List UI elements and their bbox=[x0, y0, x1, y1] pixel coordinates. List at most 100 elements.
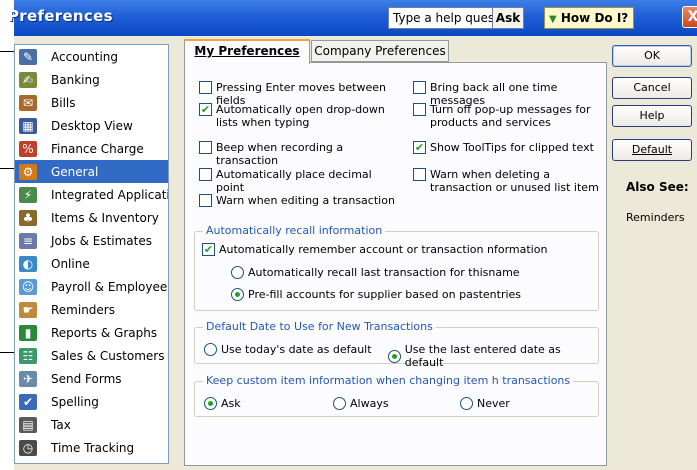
group-title: Default Date to Use for New Transactions bbox=[203, 320, 436, 333]
sidebar-item-tax[interactable]: ▤ Tax bbox=[15, 413, 168, 436]
remember-transaction-checkbox[interactable]: ✔ Automatically remember account or tran… bbox=[202, 243, 592, 256]
pref-show-tooltips[interactable]: ✔ Show ToolTips for clipped text bbox=[413, 141, 603, 154]
sales-customers-icon: ☷ bbox=[19, 347, 37, 364]
callout-line-top bbox=[0, 51, 14, 52]
use-today-date-option[interactable]: Use today's date as default bbox=[204, 343, 372, 356]
finance-charge-icon: % bbox=[19, 140, 37, 157]
use-last-date-option[interactable]: Use the last entered date as default bbox=[388, 343, 598, 369]
sidebar-item-label: General bbox=[51, 164, 99, 179]
radio-button[interactable] bbox=[231, 288, 244, 301]
sidebar-item-reminders[interactable]: ☛ Reminders bbox=[15, 298, 168, 321]
sidebar-item-payroll-employees[interactable]: ☺ Payroll & Employees bbox=[15, 275, 168, 298]
desktop-view-icon: ▦ bbox=[19, 117, 37, 134]
prefill-accounts-option[interactable]: Pre-fill accounts for supplier based on … bbox=[231, 288, 521, 301]
recall-information-group: Automatically recall information ✔ Autom… bbox=[194, 224, 599, 311]
sidebar-item-label: Send Forms bbox=[51, 371, 122, 386]
custom-item-always-option[interactable]: Always bbox=[333, 397, 389, 410]
checkbox[interactable] bbox=[413, 81, 426, 94]
sidebar-item-online[interactable]: ◐ Online bbox=[15, 252, 168, 275]
pref-label: Beep when recording a transaction bbox=[216, 141, 344, 167]
pref-label: Turn off pop-up messages for products an… bbox=[430, 103, 591, 129]
items-inventory-icon: ♣ bbox=[19, 209, 37, 226]
recall-last-transaction-option[interactable]: Automatically recall last transaction fo… bbox=[231, 266, 520, 279]
sidebar-item-label: Jobs & Estimates bbox=[51, 233, 152, 248]
preferences-window: Preferences Type a help question Ask ▼ H… bbox=[8, 0, 697, 470]
option-label: Automatically recall last transaction fo… bbox=[248, 266, 520, 279]
sidebar-item-label: Finance Charge bbox=[51, 141, 144, 156]
sidebar-item-items-inventory[interactable]: ♣ Items & Inventory bbox=[15, 206, 168, 229]
checkbox[interactable] bbox=[199, 141, 212, 154]
radio-button[interactable] bbox=[204, 343, 217, 356]
ok-button[interactable]: OK bbox=[612, 45, 692, 67]
radio-button[interactable] bbox=[231, 266, 244, 279]
option-label: Use today's date as default bbox=[221, 343, 372, 356]
also-see-reminders-link[interactable]: Reminders bbox=[626, 211, 685, 224]
radio-button[interactable] bbox=[333, 397, 346, 410]
radio-button[interactable] bbox=[388, 349, 401, 363]
custom-item-ask-option[interactable]: Ask bbox=[204, 397, 241, 410]
custom-item-info-group: Keep custom item information when changi… bbox=[194, 374, 599, 417]
pref-turn-off-popups[interactable]: Turn off pop-up messages for products an… bbox=[413, 103, 603, 129]
pref-warn-editing[interactable]: Warn when editing a transaction bbox=[199, 194, 399, 207]
checkbox[interactable] bbox=[413, 168, 426, 181]
sidebar-item-label: Bills bbox=[51, 95, 76, 110]
tab-company-preferences[interactable]: Company Preferences bbox=[311, 40, 449, 62]
checkbox[interactable] bbox=[199, 168, 212, 181]
sidebar-item-sales-customers[interactable]: ☷ Sales & Customers bbox=[15, 344, 168, 367]
sidebar-item-desktop-view[interactable]: ▦ Desktop View bbox=[15, 114, 168, 137]
sidebar-item-label: Banking bbox=[51, 72, 100, 87]
option-label: Pre-fill accounts for supplier based on … bbox=[248, 288, 522, 301]
sidebar-item-reports-graphs[interactable]: ▮ Reports & Graphs bbox=[15, 321, 168, 344]
send-forms-icon: ✈ bbox=[19, 370, 37, 387]
help-button[interactable]: Help bbox=[612, 105, 692, 127]
sidebar-item-banking[interactable]: ✍ Banking bbox=[15, 68, 168, 91]
sidebar-item-accounting[interactable]: ✎ Accounting bbox=[15, 45, 168, 68]
pref-decimal-point[interactable]: Automatically place decimal point bbox=[199, 168, 399, 194]
option-label: Never bbox=[477, 397, 510, 410]
close-button[interactable]: X bbox=[682, 6, 697, 28]
checkbox[interactable] bbox=[199, 194, 212, 207]
time-tracking-icon: ◷ bbox=[19, 439, 37, 456]
sidebar-item-label: Online bbox=[51, 256, 90, 271]
option-label: Always bbox=[350, 397, 389, 410]
how-do-i-label: How Do I? bbox=[560, 11, 629, 25]
sidebar-item-bills[interactable]: ✉ Bills bbox=[15, 91, 168, 114]
window-title: Preferences bbox=[8, 7, 113, 25]
sidebar-item-jobs-estimates[interactable]: ≡ Jobs & Estimates bbox=[15, 229, 168, 252]
pref-beep-recording[interactable]: Beep when recording a transaction bbox=[199, 141, 399, 167]
ask-button[interactable]: Ask bbox=[492, 7, 524, 29]
sidebar-item-label: Reports & Graphs bbox=[51, 325, 158, 340]
bills-icon: ✉ bbox=[19, 94, 37, 111]
default-button[interactable]: Default bbox=[612, 139, 692, 161]
sidebar-item-time-tracking[interactable]: ◷ Time Tracking bbox=[15, 436, 168, 459]
dropdown-arrow-icon: ▼ bbox=[549, 14, 557, 25]
pref-label: Warn when editing a transaction bbox=[216, 194, 395, 207]
checkbox[interactable]: ✔ bbox=[202, 243, 215, 256]
tab-my-preferences[interactable]: My Preferences bbox=[184, 39, 310, 64]
title-bar: Preferences Type a help question Ask ▼ H… bbox=[8, 0, 697, 36]
group-title: Keep custom item information when changi… bbox=[203, 374, 574, 387]
checkbox[interactable]: ✔ bbox=[199, 103, 212, 116]
radio-button[interactable] bbox=[204, 397, 217, 410]
pref-label: Automatically place decimal point bbox=[216, 168, 372, 194]
pref-auto-open-dropdown[interactable]: ✔ Automatically open drop-down lists whe… bbox=[199, 103, 399, 129]
sidebar-item-send-forms[interactable]: ✈ Send Forms bbox=[15, 367, 168, 390]
sidebar-item-label: Spelling bbox=[51, 394, 99, 409]
checkbox[interactable] bbox=[199, 81, 212, 94]
checkbox[interactable] bbox=[413, 103, 426, 116]
pref-warn-deleting[interactable]: Warn when deleting a transaction or unus… bbox=[413, 168, 603, 194]
how-do-i-button[interactable]: ▼ How Do I? bbox=[544, 7, 634, 29]
custom-item-never-option[interactable]: Never bbox=[460, 397, 510, 410]
radio-button[interactable] bbox=[460, 397, 473, 410]
sidebar-item-finance-charge[interactable]: % Finance Charge bbox=[15, 137, 168, 160]
sidebar-item-label: Sales & Customers bbox=[51, 348, 165, 363]
sidebar-item-label: Integrated Applications bbox=[51, 187, 169, 202]
sidebar-item-integrated-applications[interactable]: ⚡ Integrated Applications bbox=[15, 183, 168, 206]
cancel-button[interactable]: Cancel bbox=[612, 77, 692, 99]
checkbox[interactable]: ✔ bbox=[413, 141, 426, 154]
sidebar-item-general[interactable]: ⚙ General bbox=[15, 160, 168, 183]
general-icon: ⚙ bbox=[19, 163, 37, 180]
sidebar-item-spelling[interactable]: ✔ Spelling bbox=[15, 390, 168, 413]
help-question-input[interactable]: Type a help question bbox=[388, 7, 504, 29]
option-label: Ask bbox=[221, 397, 241, 410]
